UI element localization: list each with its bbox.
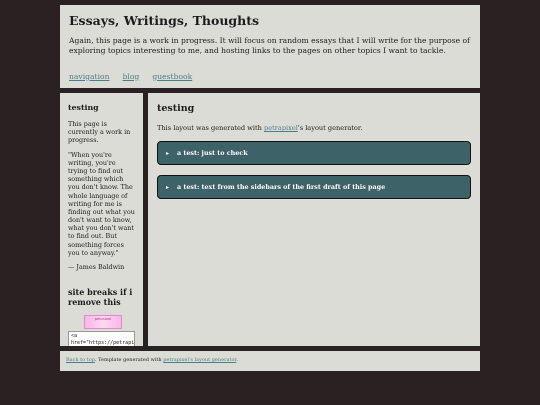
main-content: testing This layout was generated with p… — [148, 93, 480, 346]
petrapixel-badge[interactable]: petraixel — [84, 315, 122, 330]
nav-link-blog[interactable]: blog — [123, 72, 140, 81]
quote-attribution: — James Baldwin — [68, 263, 125, 271]
footer-text: . Template generated with — [94, 357, 164, 363]
arrow-right-icon: ▸ — [166, 149, 170, 157]
footer-generator-link[interactable]: petrapixel's layout generator — [163, 357, 236, 363]
sidebar-warning-heading: site breaks if i remove this — [68, 287, 133, 308]
nav-link-guestbook[interactable]: guestbook — [152, 72, 192, 81]
page-title: Essays, Writings, Thoughts — [69, 13, 260, 28]
header-nav: navigation blog guestbook — [69, 64, 471, 83]
back-to-top-link[interactable]: Back to top — [66, 357, 95, 363]
details-label: a test: text from the sidebars of the fi… — [177, 183, 386, 191]
details-summary-2[interactable]: ▸ a test: text from the sidebars of the … — [157, 175, 471, 199]
sidebar: testing This page is currently a work in… — [60, 93, 143, 346]
header: Essays, Writings, Thoughts Again, this p… — [60, 5, 480, 88]
sidebar-quote: "When you're writing, you're trying to f… — [68, 150, 135, 257]
sidebar-heading: testing — [68, 103, 99, 112]
intro-text: Again, this page is a work in progress. … — [69, 36, 470, 55]
generated-note: This layout was generated with petrapixe… — [157, 124, 471, 132]
main-heading: testing — [157, 103, 195, 114]
details-label: a test: just to check — [177, 149, 248, 157]
generator-link[interactable]: petrapixel — [264, 124, 298, 132]
footer: Back to top. Template generated with pet… — [60, 351, 480, 371]
generated-prefix: This layout was generated with — [157, 124, 264, 132]
badge-code-textarea[interactable]: <a href="https://petrapix — [68, 331, 135, 346]
generated-suffix: 's layout generator. — [297, 124, 363, 132]
footer-end: . — [236, 357, 238, 363]
sidebar-status: This page is currently a work in progres… — [68, 120, 131, 145]
arrow-right-icon: ▸ — [166, 183, 170, 191]
nav-link-navigation[interactable]: navigation — [69, 72, 109, 81]
details-summary-1[interactable]: ▸ a test: just to check — [157, 141, 471, 165]
